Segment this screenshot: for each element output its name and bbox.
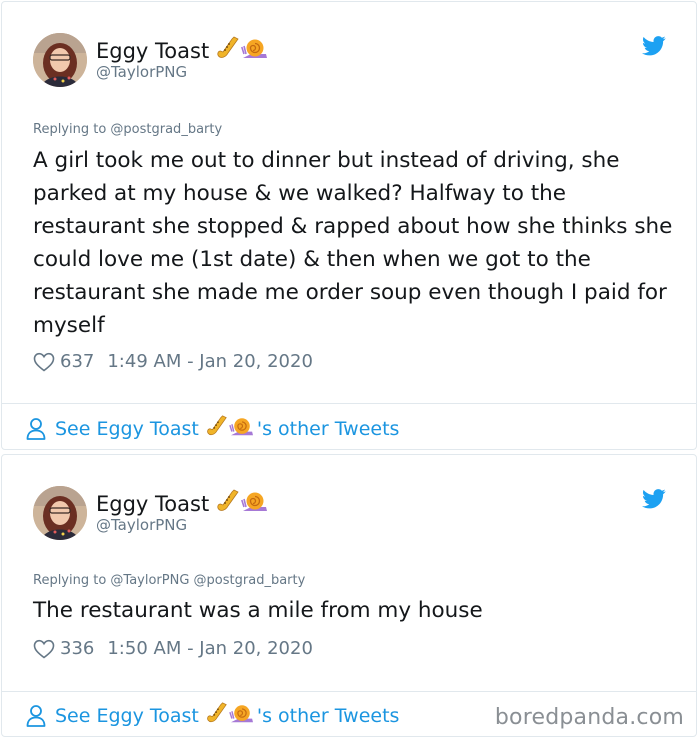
see-other-prefix: See Eggy Toast bbox=[55, 704, 199, 727]
like-count: 336 bbox=[60, 638, 95, 659]
divider bbox=[2, 691, 696, 692]
divider bbox=[2, 403, 696, 404]
author-name[interactable]: Eggy Toast bbox=[96, 39, 209, 63]
tweet-timestamp[interactable]: 1:49 AM - Jan 20, 2020 bbox=[107, 351, 313, 372]
author-name-row[interactable]: Eggy Toast bbox=[96, 35, 269, 66]
twitter-bird-icon[interactable] bbox=[642, 36, 666, 56]
avatar-image bbox=[33, 33, 87, 87]
author-name-row[interactable]: Eggy Toast bbox=[96, 488, 269, 519]
twitter-bird-icon[interactable] bbox=[642, 489, 666, 509]
saxophone-emoji-icon bbox=[205, 414, 229, 438]
saxophone-emoji-icon bbox=[205, 701, 229, 725]
tweet-meta: 336 1:50 AM - Jan 20, 2020 bbox=[33, 638, 313, 659]
see-other-suffix: 's other Tweets bbox=[256, 417, 400, 440]
tweet-meta: 637 1:49 AM - Jan 20, 2020 bbox=[33, 351, 313, 372]
avatar-image bbox=[33, 486, 87, 540]
see-other-tweets-link[interactable]: See Eggy Toast 's other Tweets bbox=[26, 701, 399, 730]
see-other-suffix: 's other Tweets bbox=[256, 704, 400, 727]
tweet-text: A girl took me out to dinner but instead… bbox=[33, 148, 673, 338]
person-icon bbox=[26, 418, 46, 440]
saxophone-emoji-icon bbox=[215, 35, 241, 61]
author-handle[interactable]: @TaylorPNG bbox=[96, 516, 187, 534]
see-other-tweets-link[interactable]: See Eggy Toast 's other Tweets bbox=[26, 414, 399, 443]
avatar[interactable] bbox=[33, 486, 87, 540]
snail-emoji-icon bbox=[241, 37, 269, 61]
author-name[interactable]: Eggy Toast bbox=[96, 492, 209, 516]
like-count: 637 bbox=[60, 351, 95, 372]
snail-emoji-icon bbox=[229, 416, 255, 438]
tweet-text: The restaurant was a mile from my house bbox=[33, 598, 483, 623]
heart-icon[interactable] bbox=[33, 352, 55, 372]
snail-emoji-icon bbox=[241, 490, 269, 514]
replying-to[interactable]: Replying to @TaylorPNG @postgrad_barty bbox=[33, 573, 305, 588]
tweet-timestamp[interactable]: 1:50 AM - Jan 20, 2020 bbox=[107, 638, 313, 659]
tweet-card-2[interactable]: Eggy Toast @TaylorPNG Replying to @Taylo… bbox=[1, 454, 697, 737]
author-handle[interactable]: @TaylorPNG bbox=[96, 63, 187, 81]
heart-icon[interactable] bbox=[33, 639, 55, 659]
saxophone-emoji-icon bbox=[215, 488, 241, 514]
see-other-prefix: See Eggy Toast bbox=[55, 417, 199, 440]
watermark: boredpanda.com bbox=[494, 705, 684, 730]
person-icon bbox=[26, 705, 46, 727]
replying-to[interactable]: Replying to @postgrad_barty bbox=[33, 122, 222, 137]
snail-emoji-icon bbox=[229, 703, 255, 725]
avatar[interactable] bbox=[33, 33, 87, 87]
tweet-card-1[interactable]: Eggy Toast @TaylorPNG Replying to @postg… bbox=[1, 1, 697, 450]
